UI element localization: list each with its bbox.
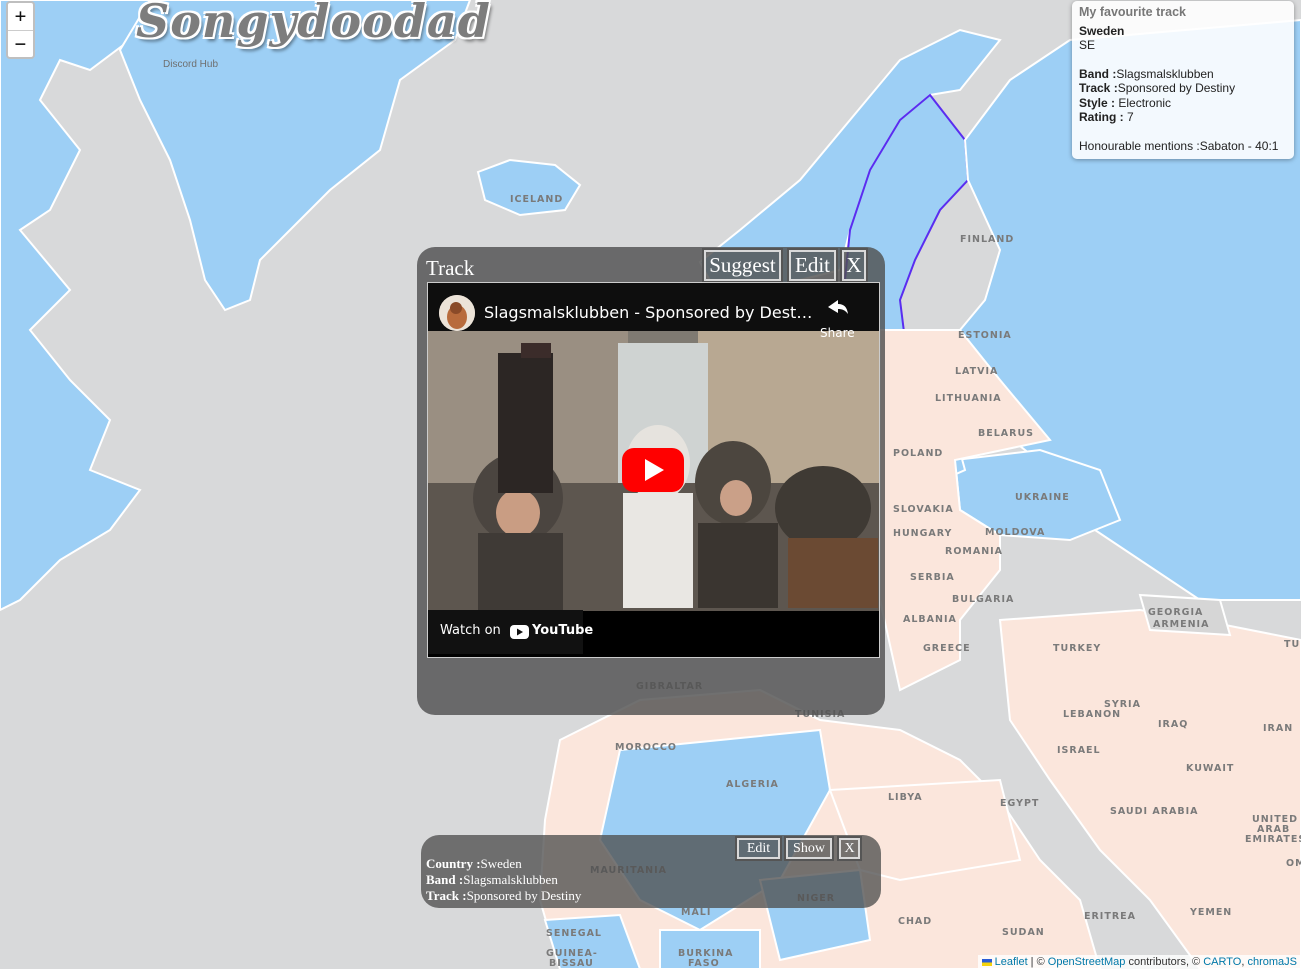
- svg-text:TU: TU: [1284, 639, 1300, 650]
- svg-text:POLAND: POLAND: [893, 448, 943, 459]
- svg-text:KUWAIT: KUWAIT: [1186, 763, 1234, 774]
- svg-text:CHAD: CHAD: [898, 916, 932, 927]
- svg-text:FASO: FASO: [688, 958, 720, 969]
- osm-link[interactable]: OpenStreetMap: [1048, 956, 1126, 968]
- info-country: Country :Sweden: [426, 856, 522, 871]
- info-band: Band :Slagsmalsklubben: [426, 872, 558, 887]
- channel-avatar[interactable]: [439, 295, 475, 331]
- svg-text:LIBYA: LIBYA: [888, 792, 923, 803]
- svg-text:IRAQ: IRAQ: [1158, 719, 1188, 730]
- watch-on-youtube-button[interactable]: Watch on YouTube: [428, 610, 593, 654]
- svg-text:MALI: MALI: [681, 907, 711, 918]
- track-modal-title: Track: [426, 256, 475, 280]
- zoom-out-button[interactable]: −: [8, 31, 33, 58]
- info-track: Track :Sponsored by Destiny: [426, 888, 582, 903]
- svg-text:HUNGARY: HUNGARY: [893, 528, 952, 539]
- svg-text:EMIRATES: EMIRATES: [1245, 834, 1301, 845]
- attribution-sep: | ©: [1027, 956, 1048, 968]
- svg-text:MOLDOVA: MOLDOVA: [985, 527, 1045, 538]
- favourite-title: My favourite track: [1079, 5, 1186, 19]
- favourite-rating: Rating : 7: [1079, 110, 1134, 124]
- favourite-mentions: Honourable mentions :Sabaton - 40:1: [1079, 138, 1279, 153]
- svg-text:LEBANON: LEBANON: [1063, 709, 1121, 720]
- info-edit-button[interactable]: Edit: [735, 836, 782, 861]
- map-attribution: Leaflet | © OpenStreetMap contributors, …: [977, 955, 1301, 969]
- svg-text:TURKEY: TURKEY: [1053, 643, 1101, 654]
- edit-button[interactable]: Edit: [787, 248, 838, 283]
- suggest-button[interactable]: Suggest: [702, 248, 783, 283]
- svg-text:ARMENIA: ARMENIA: [1153, 619, 1209, 630]
- favourite-country-code: SE: [1079, 38, 1096, 52]
- favourite-track-panel: My favourite track Sweden SE Band :Slags…: [1072, 1, 1294, 159]
- svg-text:BULGARIA: BULGARIA: [952, 594, 1014, 605]
- svg-text:MOROCCO: MOROCCO: [615, 742, 677, 753]
- carto-link[interactable]: CARTO: [1203, 956, 1241, 968]
- youtube-embed[interactable]: Slagsmalsklubben - Sponsored by Destiny …: [427, 282, 880, 658]
- zoom-in-button[interactable]: +: [8, 3, 33, 31]
- svg-text:SAUDI ARABIA: SAUDI ARABIA: [1110, 806, 1199, 817]
- youtube-wordmark: YouTube: [532, 623, 594, 638]
- svg-text:GEORGIA: GEORGIA: [1148, 607, 1203, 618]
- svg-text:GREECE: GREECE: [923, 643, 971, 654]
- svg-text:BISSAU: BISSAU: [549, 958, 594, 969]
- svg-text:EGYPT: EGYPT: [1000, 798, 1039, 809]
- svg-text:LATVIA: LATVIA: [955, 366, 998, 377]
- video-thumbnail: [428, 283, 879, 657]
- track-modal: Track Suggest Edit X Slagsmalsklubben - …: [417, 247, 885, 715]
- svg-text:YEMEN: YEMEN: [1189, 907, 1232, 918]
- svg-text:ERITREA: ERITREA: [1084, 911, 1136, 922]
- svg-text:ESTONIA: ESTONIA: [958, 330, 1012, 341]
- app-logo: Songydoodad: [136, 0, 491, 48]
- info-close-button[interactable]: X: [837, 836, 862, 861]
- favourite-band: Band :Slagsmalsklubben: [1079, 66, 1214, 81]
- favourite-style: Style : Electronic: [1079, 95, 1172, 110]
- info-show-button[interactable]: Show: [784, 836, 834, 861]
- close-modal-button[interactable]: X: [840, 248, 868, 283]
- leaflet-link[interactable]: Leaflet: [995, 956, 1028, 968]
- watch-on-label: Watch on: [440, 623, 501, 638]
- app-logo-subtitle[interactable]: Discord Hub: [163, 59, 218, 70]
- svg-text:OM: OM: [1286, 858, 1301, 869]
- share-button[interactable]: Share: [820, 326, 855, 340]
- country-info-panel: Edit Show X Country :Sweden Band :Slagsm…: [421, 835, 881, 908]
- svg-text:ALBANIA: ALBANIA: [903, 614, 957, 625]
- svg-text:LITHUANIA: LITHUANIA: [935, 393, 1002, 404]
- svg-text:SENEGAL: SENEGAL: [546, 928, 602, 939]
- favourite-country: Sweden: [1079, 23, 1125, 38]
- svg-text:ICELAND: ICELAND: [510, 194, 563, 205]
- svg-text:ROMANIA: ROMANIA: [945, 546, 1003, 557]
- svg-text:SUDAN: SUDAN: [1002, 927, 1045, 938]
- youtube-icon: [510, 625, 529, 639]
- favourite-track: Track :Sponsored by Destiny: [1079, 81, 1236, 95]
- svg-text:BELARUS: BELARUS: [978, 428, 1034, 439]
- attribution-contrib: contributors, ©: [1125, 956, 1204, 968]
- svg-text:IRAN: IRAN: [1263, 723, 1293, 734]
- svg-text:SLOVAKIA: SLOVAKIA: [893, 504, 954, 515]
- zoom-control: + −: [6, 1, 35, 59]
- svg-text:UKRAINE: UKRAINE: [1015, 492, 1070, 503]
- svg-text:SERBIA: SERBIA: [910, 572, 955, 583]
- chromajs-link[interactable]: chromaJS: [1247, 956, 1297, 968]
- svg-text:ISRAEL: ISRAEL: [1057, 745, 1101, 756]
- svg-text:FINLAND: FINLAND: [960, 234, 1014, 245]
- video-title[interactable]: Slagsmalsklubben - Sponsored by Destiny …: [484, 303, 814, 322]
- svg-text:ALGERIA: ALGERIA: [726, 779, 779, 790]
- ukraine-flag-icon: [981, 958, 992, 966]
